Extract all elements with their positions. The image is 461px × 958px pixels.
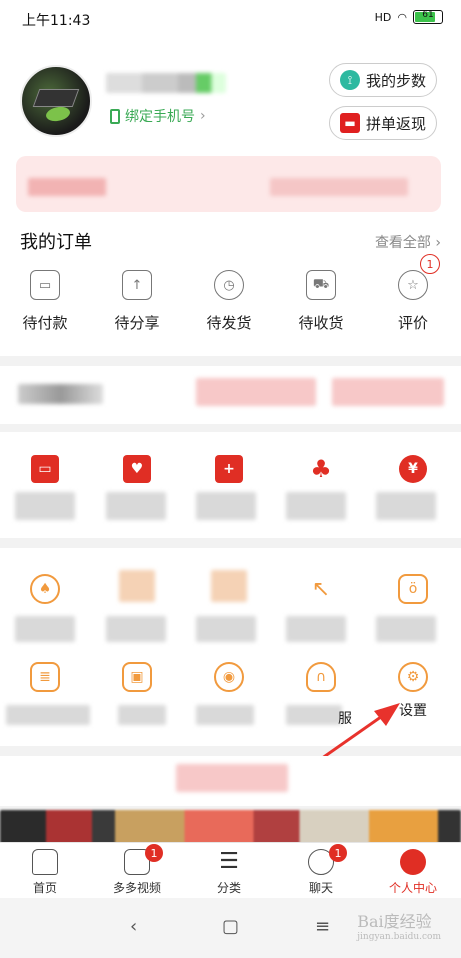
tab-home[interactable]: 首页 (5, 849, 85, 896)
video-badge: 1 (145, 844, 163, 862)
tab-video[interactable]: 1 多多视频 (97, 844, 177, 896)
tab-profile[interactable]: 个人中心 (373, 849, 453, 896)
tab-category[interactable]: ☰ 分类 (189, 849, 269, 896)
chat-badge: 1 (329, 844, 347, 862)
recommend-title-blurred (176, 764, 288, 792)
video-icon: 1 (124, 844, 163, 875)
product-image-strip (0, 810, 461, 844)
home-icon (32, 849, 58, 875)
menu-nav-icon[interactable]: ≡ (315, 916, 330, 937)
profile-icon (400, 849, 426, 875)
chat-icon: 1 (308, 844, 347, 875)
bottom-tab-bar: 首页 1 多多视频 ☰ 分类 1 聊天 个人中心 (0, 842, 461, 898)
home-nav-icon[interactable]: ▢ (222, 916, 239, 937)
back-icon[interactable]: ‹ (130, 916, 137, 937)
watermark: Bai度经验 jingyan.baidu.com (357, 912, 441, 942)
category-icon: ☰ (219, 849, 239, 874)
tab-chat[interactable]: 1 聊天 (281, 844, 361, 896)
